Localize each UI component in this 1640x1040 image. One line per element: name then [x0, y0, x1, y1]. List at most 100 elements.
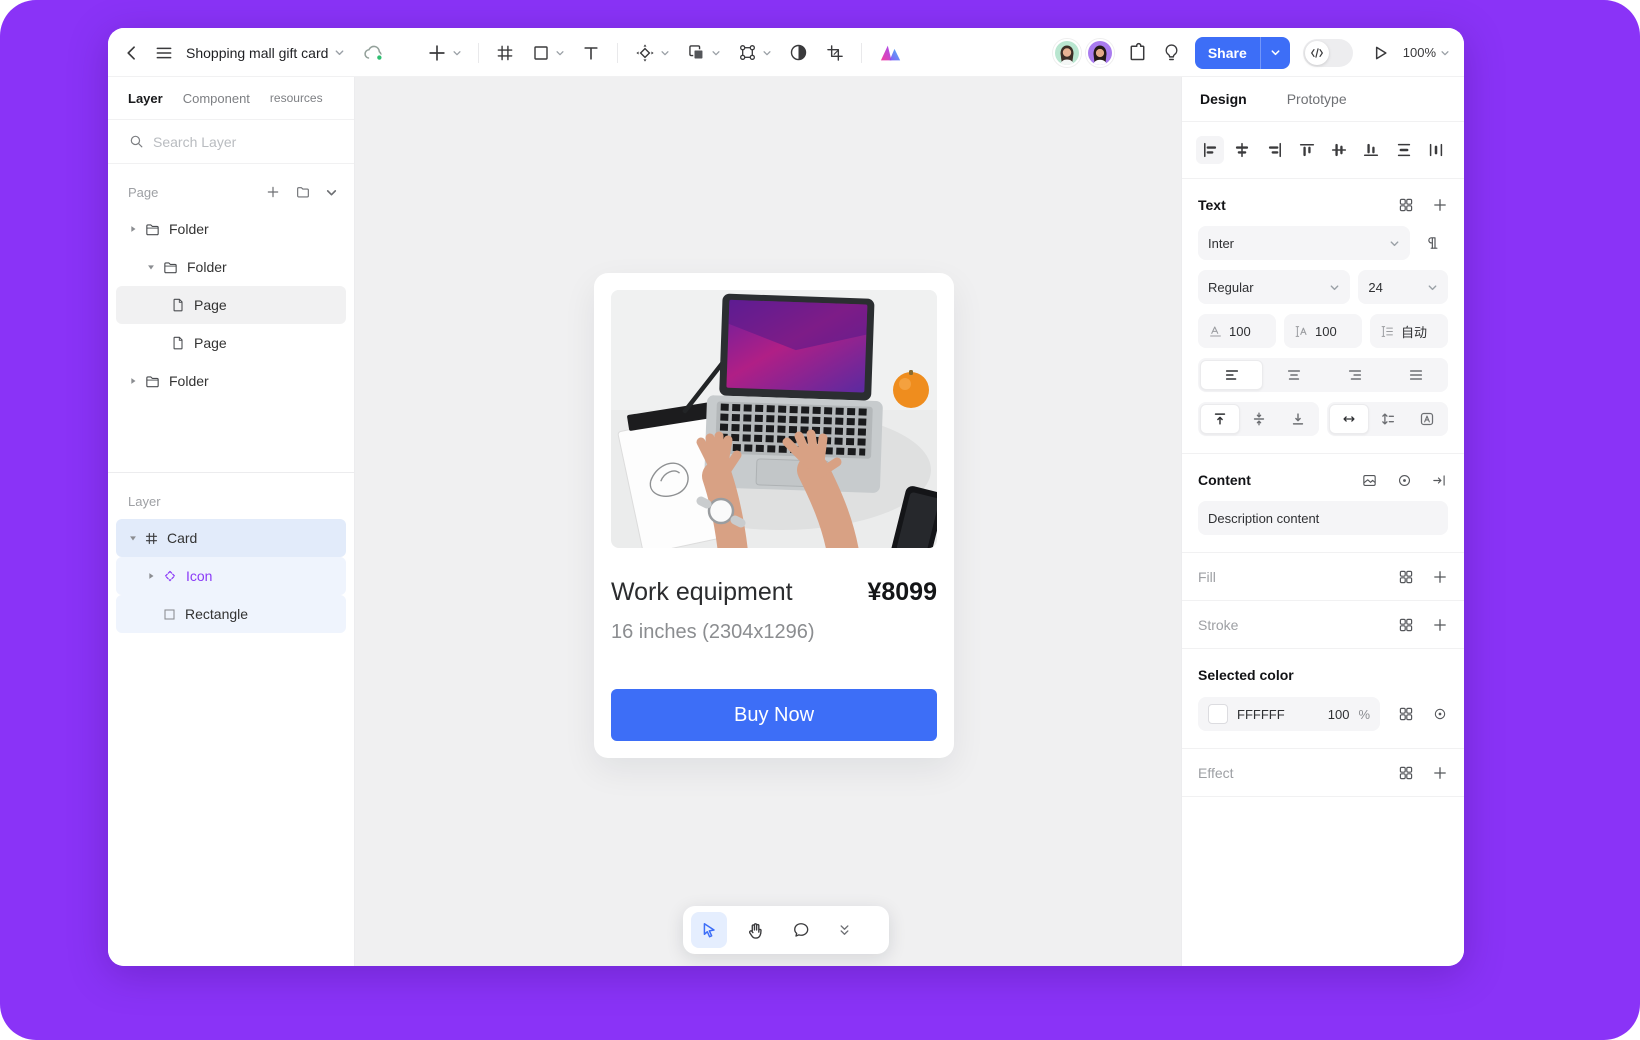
comment-tool-button[interactable]: [783, 912, 819, 948]
font-family-dropdown[interactable]: Inter: [1198, 226, 1410, 260]
dev-mode-toggle[interactable]: [1303, 39, 1353, 67]
letter-spacing-input[interactable]: 100: [1198, 314, 1276, 348]
share-dropdown-button[interactable]: [1260, 37, 1290, 69]
content-asset-button[interactable]: [1361, 472, 1378, 489]
ai-assistant-button[interactable]: [878, 42, 904, 64]
move-tool-button[interactable]: [634, 42, 670, 64]
caret-down-icon[interactable]: [142, 262, 160, 272]
collapse-pages-button[interactable]: [325, 186, 338, 199]
design-canvas[interactable]: Work equipment ¥8099 16 inches (2304x129…: [355, 77, 1181, 966]
align-bottom-button[interactable]: [1357, 136, 1385, 164]
paragraph-spacing-input[interactable]: 自动: [1370, 314, 1448, 348]
share-button[interactable]: Share: [1195, 37, 1260, 69]
auto-height-button[interactable]: [1369, 404, 1407, 434]
present-button[interactable]: [1370, 43, 1390, 63]
effect-styles-button[interactable]: [1398, 765, 1414, 781]
back-button[interactable]: [122, 43, 142, 63]
tips-button[interactable]: [1161, 42, 1182, 63]
tab-prototype[interactable]: Prototype: [1287, 91, 1347, 107]
plugins-button[interactable]: [1127, 42, 1148, 63]
add-folder-button[interactable]: [295, 184, 311, 200]
tab-component[interactable]: Component: [183, 91, 250, 106]
collaborator-avatar[interactable]: [1053, 39, 1081, 67]
page-tree-item-folder[interactable]: Folder: [116, 248, 346, 286]
caret-right-icon[interactable]: [124, 376, 142, 386]
valign-bottom-button[interactable]: [1279, 404, 1317, 434]
valign-middle-button[interactable]: [1240, 404, 1278, 434]
hand-tool-button[interactable]: [737, 912, 773, 948]
color-swatch[interactable]: [1208, 704, 1228, 724]
content-export-button[interactable]: [1431, 472, 1448, 489]
page-tree-item-folder[interactable]: Folder: [116, 362, 346, 400]
font-size-dropdown[interactable]: 24: [1358, 270, 1448, 304]
align-left-button[interactable]: [1196, 136, 1224, 164]
frame-tool-button[interactable]: [495, 43, 515, 63]
page-tree-item-page-selected[interactable]: Page: [116, 286, 346, 324]
page-tree-item-folder[interactable]: Folder: [116, 210, 346, 248]
text-align-right-button[interactable]: [1324, 360, 1385, 390]
mask-tool-button[interactable]: [788, 42, 809, 63]
tab-layer[interactable]: Layer: [128, 91, 163, 106]
layer-item-rectangle[interactable]: Rectangle: [116, 595, 346, 633]
buy-now-button[interactable]: Buy Now: [611, 689, 937, 741]
rectangle-shape-icon: [531, 43, 551, 63]
cloud-sync-status[interactable]: [361, 43, 385, 63]
text-align-center-button[interactable]: [1263, 360, 1324, 390]
color-target-button[interactable]: [1432, 706, 1448, 722]
font-size-value: 24: [1368, 280, 1382, 295]
tab-design[interactable]: Design: [1200, 91, 1247, 107]
page-tree-item-page[interactable]: Page: [116, 324, 346, 362]
vector-edit-tool-button[interactable]: [737, 42, 772, 63]
collaborator-avatar[interactable]: [1086, 39, 1114, 67]
fill-styles-button[interactable]: [1398, 569, 1414, 585]
layer-section-title: Layer: [128, 494, 161, 509]
document-title-menu[interactable]: Shopping mall gift card: [186, 45, 345, 61]
color-value-row[interactable]: FFFFFF 100 %: [1198, 697, 1380, 731]
caret-down-icon[interactable]: [124, 533, 142, 543]
align-horizontal-center-button[interactable]: [1228, 136, 1256, 164]
line-height-input[interactable]: 100: [1284, 314, 1362, 348]
styles-grid-icon: [1398, 765, 1414, 781]
add-effect-button[interactable]: [1432, 765, 1448, 781]
stroke-styles-button[interactable]: [1398, 617, 1414, 633]
text-align-justify-button[interactable]: [1385, 360, 1446, 390]
caret-right-icon[interactable]: [142, 571, 160, 581]
insert-tool-button[interactable]: [426, 42, 462, 64]
distribute-horizontal-button[interactable]: [1422, 136, 1450, 164]
color-styles-button[interactable]: [1398, 706, 1414, 722]
valign-top-button[interactable]: [1200, 404, 1240, 434]
text-tool-button[interactable]: [581, 43, 601, 63]
chevron-down-icon: [334, 47, 345, 58]
main-menu-button[interactable]: [154, 43, 174, 63]
auto-width-button[interactable]: [1329, 404, 1369, 434]
collapse-toolbar-button[interactable]: [837, 923, 852, 938]
shape-tool-button[interactable]: [531, 43, 565, 63]
chevron-down-icon: [325, 186, 338, 199]
fixed-size-button[interactable]: [1408, 404, 1446, 434]
text-direction-button[interactable]: [1418, 226, 1448, 260]
text-styles-button[interactable]: [1398, 197, 1414, 213]
text-align-left-button[interactable]: [1200, 360, 1263, 390]
caret-right-icon[interactable]: [124, 224, 142, 234]
boolean-tool-button[interactable]: [686, 42, 721, 63]
tab-resources[interactable]: resources: [270, 91, 323, 105]
layer-item-icon[interactable]: Icon: [116, 557, 346, 595]
content-value-input[interactable]: Description content: [1198, 501, 1448, 535]
add-stroke-button[interactable]: [1432, 617, 1448, 633]
page-file-icon: [170, 297, 186, 313]
align-top-button[interactable]: [1293, 136, 1321, 164]
font-weight-dropdown[interactable]: Regular: [1198, 270, 1350, 304]
zoom-level-dropdown[interactable]: 100%: [1403, 45, 1450, 60]
distribute-vertical-button[interactable]: [1390, 136, 1418, 164]
search-input[interactable]: [153, 134, 334, 150]
add-fill-button[interactable]: [1432, 569, 1448, 585]
layer-item-card[interactable]: Card: [116, 519, 346, 557]
select-tool-button[interactable]: [691, 912, 727, 948]
add-page-button[interactable]: [265, 184, 281, 200]
product-card-artboard[interactable]: Work equipment ¥8099 16 inches (2304x129…: [594, 273, 954, 758]
content-target-button[interactable]: [1396, 472, 1413, 489]
align-right-button[interactable]: [1261, 136, 1289, 164]
crop-tool-button[interactable]: [825, 43, 845, 63]
add-text-style-button[interactable]: [1432, 197, 1448, 213]
align-vertical-center-button[interactable]: [1325, 136, 1353, 164]
